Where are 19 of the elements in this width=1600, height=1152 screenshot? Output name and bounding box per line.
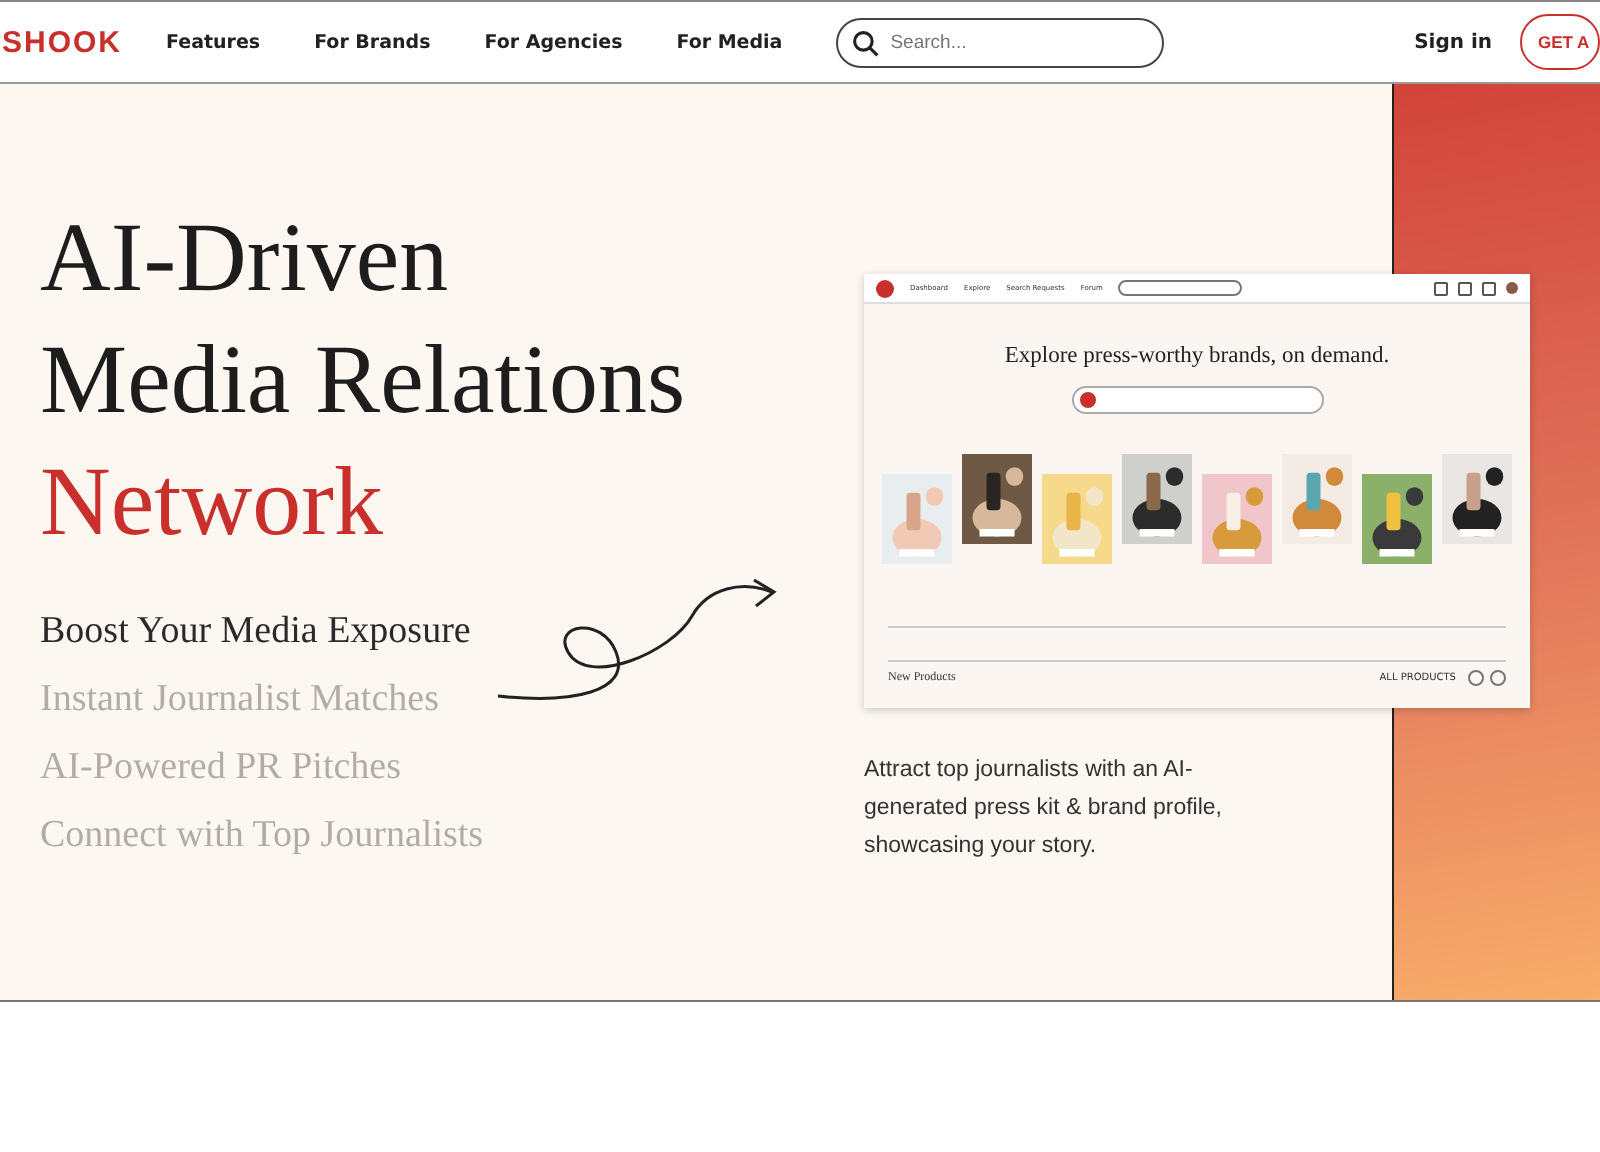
logo-icon <box>876 279 894 297</box>
hero-title: Network <box>40 444 383 560</box>
feature-tab[interactable]: Boost Your Media Exposure <box>40 610 471 654</box>
nav-link[interactable]: Features <box>166 31 261 53</box>
nav-link[interactable]: For Media <box>676 31 783 53</box>
cta-button[interactable]: GET A <box>1520 14 1600 70</box>
search-icon <box>852 29 881 57</box>
nav-link[interactable]: For Agencies <box>484 31 623 53</box>
mock-prev-icon <box>1468 670 1484 686</box>
mock-heading: Explore press-worthy brands, on demand. <box>1002 344 1392 368</box>
sign-in-link[interactable]: Sign in <box>1414 31 1492 53</box>
hero-title: AI-Driven <box>40 200 449 316</box>
search-field[interactable]: Search... <box>836 17 1165 67</box>
nav-link[interactable]: For Brands <box>314 31 431 53</box>
hero-title: Media Relations <box>40 322 686 438</box>
logo[interactable]: SHOOK <box>2 25 123 59</box>
hero-caption: Attract top journalists with an AI-generated press kit & brand profile, showcasing your story. <box>864 756 1224 862</box>
mock-next-icon <box>1490 670 1506 686</box>
avatar-icon <box>1506 281 1518 293</box>
